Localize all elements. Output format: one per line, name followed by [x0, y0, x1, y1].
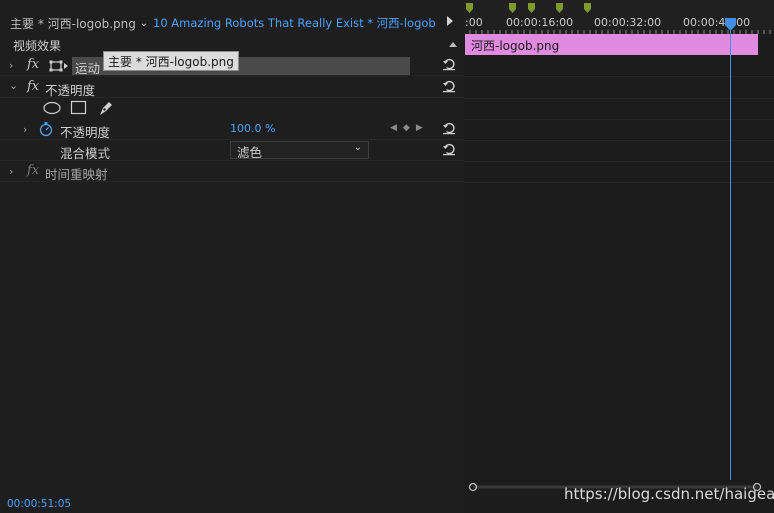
- motion-label: 运动: [75, 61, 101, 76]
- reset-icon[interactable]: [442, 79, 456, 93]
- marker-icon[interactable]: [528, 3, 535, 13]
- prev-keyframe-icon[interactable]: ◀: [390, 123, 403, 133]
- source-tab[interactable]: 主要 * 河西-logob.png: [0, 15, 135, 32]
- current-timecode[interactable]: 00:00:51:05: [7, 498, 71, 510]
- pen-mask-icon[interactable]: [97, 99, 115, 117]
- opacity-value[interactable]: 100.0 %: [230, 122, 275, 135]
- sequence-tab[interactable]: 10 Amazing Robots That Really Exist * 河西…: [153, 15, 437, 31]
- keyframe-nav: ◀◆▶: [390, 123, 429, 133]
- chevron-right-icon[interactable]: ›: [9, 165, 13, 178]
- track-divider: [464, 76, 774, 77]
- collapse-up-icon[interactable]: [449, 42, 457, 47]
- chevron-down-icon[interactable]: ⌄: [9, 79, 18, 92]
- track-divider: [464, 140, 774, 141]
- effect-row-time-remap[interactable]: › fx 时间重映射: [0, 161, 464, 182]
- add-keyframe-icon[interactable]: ◆: [403, 123, 416, 133]
- param-row-opacity: › 不透明度 100.0 % ◀◆▶: [0, 119, 464, 140]
- section-title: 视频效果: [13, 39, 62, 53]
- blend-mode-label: 混合模式: [60, 146, 111, 161]
- fx-icon[interactable]: fx: [27, 79, 39, 94]
- blend-mode-select[interactable]: 滤色 ⌄: [230, 141, 369, 160]
- panel-header: 主要 * 河西-logob.png ⌄ 10 Amazing Robots Th…: [0, 12, 464, 34]
- chevron-down-icon: ⌄: [353, 142, 362, 153]
- param-row-blend: 混合模式 滤色 ⌄: [0, 140, 464, 161]
- ellipse-mask-icon[interactable]: [43, 101, 63, 115]
- track-divider: [464, 161, 774, 162]
- blend-mode-value: 滤色: [237, 145, 263, 160]
- chevron-right-icon[interactable]: ›: [9, 59, 13, 72]
- marker-icon[interactable]: [509, 3, 516, 13]
- watermark: https://blog.csdn.net/haigear: [564, 485, 774, 503]
- reset-icon[interactable]: [442, 121, 456, 135]
- track-divider: [464, 119, 774, 120]
- stopwatch-icon[interactable]: [39, 121, 54, 137]
- fx-icon[interactable]: fx: [27, 57, 39, 72]
- opacity-param-label: 不透明度: [60, 125, 111, 140]
- reset-icon[interactable]: [442, 57, 456, 71]
- opacity-label: 不透明度: [45, 83, 96, 98]
- fx-icon[interactable]: fx: [27, 163, 39, 178]
- marker-icon[interactable]: [584, 3, 591, 13]
- timeline-clip[interactable]: 河西-logob.png: [465, 34, 758, 55]
- mini-timeline: :00 00:00:16:00 00:00:32:00 00:00:48:00 …: [464, 0, 774, 513]
- chevron-down-icon[interactable]: ⌄: [135, 18, 153, 29]
- rectangle-mask-icon[interactable]: [70, 100, 88, 116]
- marker-icon[interactable]: [556, 3, 563, 13]
- time-remap-label: 时间重映射: [45, 167, 108, 182]
- tooltip: 主要 * 河西-logob.png: [103, 51, 239, 71]
- play-arrow-icon[interactable]: [447, 16, 453, 26]
- reset-icon[interactable]: [442, 142, 456, 156]
- playhead-icon[interactable]: [725, 18, 736, 32]
- mask-tools: [0, 98, 464, 119]
- chevron-right-icon[interactable]: ›: [23, 123, 27, 136]
- next-keyframe-icon[interactable]: ▶: [416, 123, 429, 133]
- track-divider: [464, 98, 774, 99]
- marker-icon[interactable]: [466, 3, 473, 13]
- effect-controls-panel: 主要 * 河西-logob.png ⌄ 10 Amazing Robots Th…: [0, 0, 464, 513]
- transform-box-icon[interactable]: [49, 59, 71, 73]
- effect-row-opacity[interactable]: ⌄ fx 不透明度: [0, 77, 464, 98]
- track-divider: [464, 182, 774, 183]
- playhead-line[interactable]: [730, 22, 731, 480]
